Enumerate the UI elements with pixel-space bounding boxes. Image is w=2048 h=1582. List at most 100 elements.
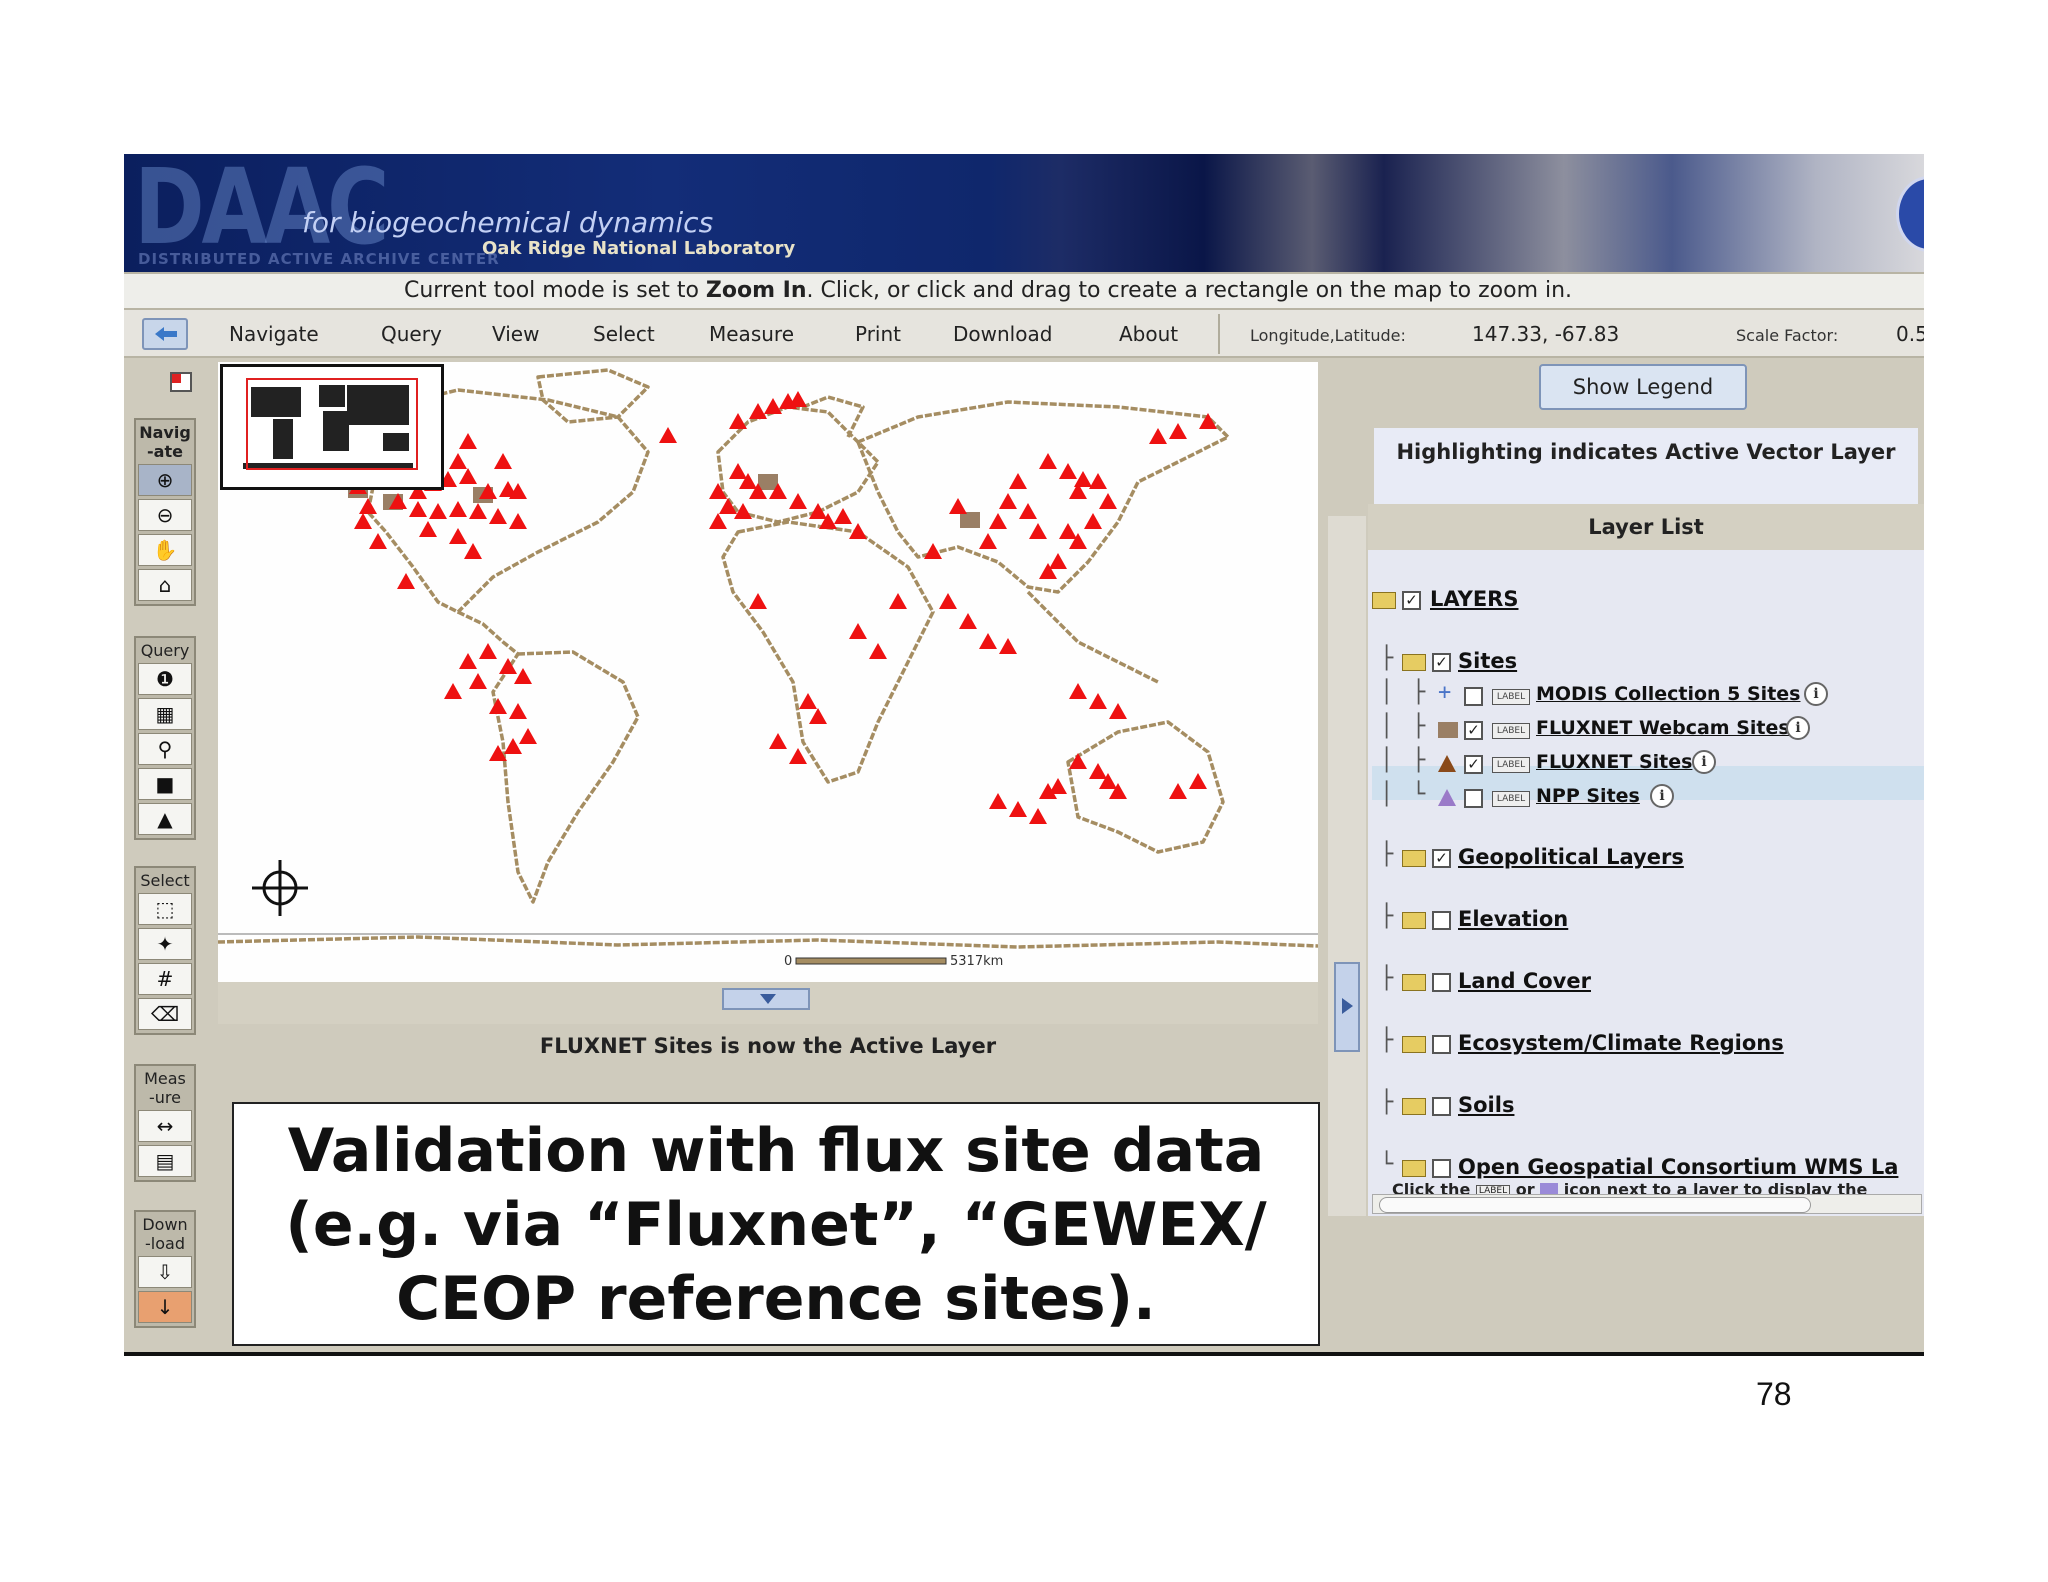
fluxnet-site-marker[interactable] [764, 398, 782, 414]
legend-horizontal-scrollbar[interactable] [1372, 1194, 1922, 1214]
fluxnet-site-marker[interactable] [1059, 463, 1077, 479]
fluxnet-site-marker[interactable] [1059, 523, 1077, 539]
fluxnet-site-marker[interactable] [709, 513, 727, 529]
measure-distance-icon[interactable]: ↔ [138, 1110, 192, 1142]
fluxnet-site-marker[interactable] [989, 513, 1007, 529]
fluxnet-site-marker[interactable] [359, 498, 377, 514]
fluxnet-site-marker[interactable] [979, 533, 997, 549]
fluxnet-site-marker[interactable] [889, 593, 907, 609]
fluxnet-site-marker[interactable] [1084, 513, 1102, 529]
fluxnet-site-marker[interactable] [1039, 453, 1057, 469]
fluxnet-site-marker[interactable] [999, 638, 1017, 654]
select-rectangle-icon[interactable]: ⬚ [138, 893, 192, 925]
layer-checkbox[interactable]: ✓ [1402, 591, 1421, 610]
fluxnet-site-marker[interactable] [469, 503, 487, 519]
layer-checkbox[interactable] [1432, 1035, 1451, 1054]
fluxnet-site-marker[interactable] [924, 543, 942, 559]
fluxnet-site-marker[interactable] [979, 633, 997, 649]
fluxnet-site-marker[interactable] [509, 703, 527, 719]
select-feature-icon[interactable]: ✦ [138, 928, 192, 960]
fluxnet-site-marker[interactable] [469, 673, 487, 689]
fluxnet-site-marker[interactable] [459, 653, 477, 669]
menu-navigate[interactable]: Navigate [229, 322, 319, 346]
overview-map[interactable] [220, 364, 444, 490]
menu-select[interactable]: Select [593, 322, 655, 346]
fluxnet-site-marker[interactable] [749, 403, 767, 419]
fluxnet-site-marker[interactable] [369, 533, 387, 549]
select-grid-icon[interactable]: # [138, 963, 192, 995]
layer-ogc-label[interactable]: Open Geospatial Consortium WMS La [1458, 1155, 1898, 1179]
fluxnet-site-marker[interactable] [1019, 503, 1037, 519]
label-toggle-icon[interactable]: LABEL [1492, 757, 1530, 773]
label-toggle-icon[interactable]: LABEL [1492, 791, 1530, 807]
fluxnet-site-marker[interactable] [509, 513, 527, 529]
download-arrow-icon[interactable]: ↓ [138, 1291, 192, 1323]
menu-print[interactable]: Print [855, 322, 901, 346]
fluxnet-site-marker[interactable] [729, 463, 747, 479]
fluxnet-site-marker[interactable] [419, 521, 437, 537]
fluxnet-site-marker[interactable] [1089, 763, 1107, 779]
measure-area-icon[interactable]: ▤ [138, 1145, 192, 1177]
fluxnet-site-marker[interactable] [1069, 683, 1087, 699]
map-view[interactable]: 0 5317km [218, 362, 1318, 982]
show-legend-button[interactable]: Show Legend [1539, 364, 1747, 410]
layer-npp-label[interactable]: NPP Sites [1536, 785, 1640, 807]
layer-modis-label[interactable]: MODIS Collection 5 Sites [1536, 683, 1800, 705]
profile-chart-icon[interactable]: ▲ [138, 803, 192, 835]
menu-measure[interactable]: Measure [709, 322, 794, 346]
fluxnet-site-marker[interactable] [429, 503, 447, 519]
fluxnet-site-marker[interactable] [1009, 473, 1027, 489]
stop-square-icon[interactable]: ■ [138, 768, 192, 800]
layer-landcover-label[interactable]: Land Cover [1458, 969, 1591, 993]
fluxnet-site-marker[interactable] [489, 698, 507, 714]
layer-ecosystem-label[interactable]: Ecosystem/Climate Regions [1458, 1031, 1784, 1055]
menu-query[interactable]: Query [381, 322, 442, 346]
fluxnet-site-marker[interactable] [1049, 553, 1067, 569]
layer-sites-label[interactable]: Sites [1458, 649, 1517, 673]
fluxnet-site-marker[interactable] [769, 733, 787, 749]
overview-toggle-icon[interactable] [170, 372, 192, 392]
fluxnet-site-marker[interactable] [809, 503, 827, 519]
fluxnet-site-marker[interactable] [1109, 703, 1127, 719]
layer-fluxnet-label[interactable]: FLUXNET Sites [1536, 751, 1692, 773]
fluxnet-site-marker[interactable] [1189, 773, 1207, 789]
menu-about[interactable]: About [1119, 322, 1178, 346]
label-toggle-icon[interactable]: LABEL [1492, 723, 1530, 739]
layer-checkbox[interactable]: ✓ [1464, 755, 1483, 774]
binoculars-find-icon[interactable]: ⚲ [138, 733, 192, 765]
layer-checkbox[interactable] [1432, 1159, 1451, 1178]
collapse-panel-arrow-icon[interactable] [1334, 962, 1360, 1052]
fluxnet-site-marker[interactable] [449, 501, 467, 517]
fluxnet-site-marker[interactable] [1169, 423, 1187, 439]
menu-download[interactable]: Download [953, 322, 1052, 346]
layer-checkbox[interactable]: ✓ [1432, 849, 1451, 868]
clear-selection-eraser-icon[interactable]: ⌫ [138, 998, 192, 1030]
fluxnet-site-marker[interactable] [659, 427, 677, 443]
fluxnet-site-marker[interactable] [397, 573, 415, 589]
layer-checkbox[interactable] [1464, 687, 1483, 706]
info-icon[interactable]: i [1786, 716, 1810, 740]
info-icon[interactable]: i [1692, 750, 1716, 774]
layer-webcam-label[interactable]: FLUXNET Webcam Sites [1536, 717, 1790, 739]
fluxnet-site-marker[interactable] [489, 508, 507, 524]
fluxnet-site-marker[interactable] [504, 738, 522, 754]
menu-view[interactable]: View [492, 322, 539, 346]
layer-elevation-label[interactable]: Elevation [1458, 907, 1568, 931]
fluxnet-site-marker[interactable] [1049, 778, 1067, 794]
layer-checkbox[interactable] [1464, 789, 1483, 808]
query-calendar-icon[interactable]: ▦ [138, 698, 192, 730]
fluxnet-site-marker[interactable] [459, 433, 477, 449]
layer-geopolitical-label[interactable]: Geopolitical Layers [1458, 845, 1684, 869]
pan-compass-icon[interactable] [252, 860, 308, 916]
fluxnet-site-marker[interactable] [799, 693, 817, 709]
fluxnet-site-marker[interactable] [989, 793, 1007, 809]
fluxnet-site-marker[interactable] [709, 483, 727, 499]
fluxnet-site-marker[interactable] [459, 468, 477, 484]
fluxnet-site-marker[interactable] [409, 501, 427, 517]
fluxnet-site-marker[interactable] [494, 453, 512, 469]
fluxnet-site-marker[interactable] [869, 643, 887, 659]
fluxnet-site-marker[interactable] [849, 623, 867, 639]
fluxnet-site-marker[interactable] [949, 498, 967, 514]
download-stack-icon[interactable]: ⇩ [138, 1256, 192, 1288]
fluxnet-site-marker[interactable] [729, 413, 747, 429]
